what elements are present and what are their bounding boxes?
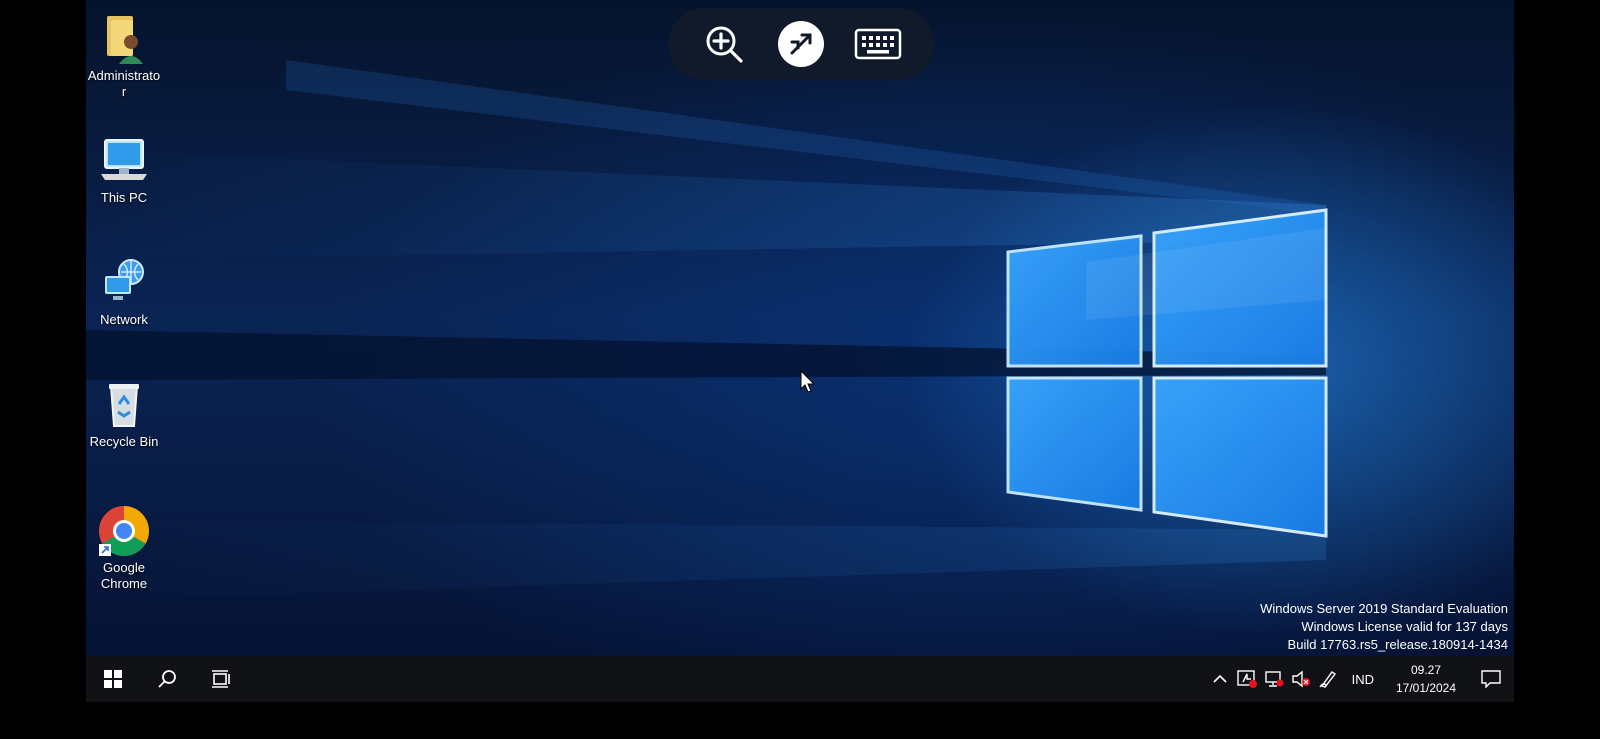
desktop-icon-label: Recycle Bin: [89, 434, 159, 449]
remote-desktop-toolbar: [668, 8, 934, 80]
system-tray: IND 09.27 17/01/2024: [1207, 656, 1514, 702]
volume-muted-icon: [1292, 670, 1311, 688]
desktop-icon-label: Google Chrome: [100, 560, 148, 591]
chevron-up-icon: [1213, 674, 1227, 683]
network-disconnected-icon: [1265, 671, 1284, 687]
windows-wallpaper: [86, 60, 1328, 600]
clock-date: 17/01/2024: [1395, 681, 1457, 695]
clock-time: 09.27: [1410, 663, 1442, 677]
taskbar-clock[interactable]: 09.27 17/01/2024: [1384, 661, 1468, 697]
flash-icon: [1237, 670, 1258, 688]
watermark-build: Build 17763.rs5_release.180914-1434: [1287, 637, 1508, 652]
watermark-license: Windows License valid for 137 days: [1301, 619, 1508, 634]
taskbar: IND 09.27 17/01/2024: [86, 656, 1514, 702]
network-globe-icon: [105, 259, 144, 300]
computer-icon: [101, 139, 147, 180]
desktop-icon-label: Network: [100, 312, 148, 327]
desktop-icon-google-chrome[interactable]: Google Chrome: [86, 504, 166, 592]
task-view-button[interactable]: [194, 656, 248, 702]
notification-icon: [1481, 670, 1501, 688]
search-button[interactable]: [140, 656, 194, 702]
task-view-icon: [212, 670, 230, 688]
zoom-in-icon: [706, 26, 743, 63]
user-folder-icon: [107, 16, 143, 64]
desktop-icon-recycle-bin[interactable]: Recycle Bin: [86, 378, 166, 450]
remote-desktop-screen: Administrato r This PC Network Recycle B…: [86, 0, 1514, 702]
pen-icon: [1319, 671, 1337, 688]
keyboard-button[interactable]: [853, 19, 903, 69]
tray-pen-button[interactable]: [1315, 656, 1342, 702]
remote-desktop-button[interactable]: [776, 19, 826, 69]
show-hidden-icons-button[interactable]: [1207, 656, 1234, 702]
input-language-indicator[interactable]: IND: [1342, 672, 1384, 687]
tray-flash-button[interactable]: [1234, 656, 1261, 702]
watermark-edition: Windows Server 2019 Standard Evaluation: [1260, 601, 1508, 616]
tray-volume-button[interactable]: [1288, 656, 1315, 702]
recycle-bin-icon: [109, 384, 139, 427]
chrome-icon: [99, 506, 149, 556]
action-center-button[interactable]: [1468, 656, 1514, 702]
zoom-in-button[interactable]: [699, 19, 749, 69]
windows-evaluation-watermark: Windows Server 2019 Standard Evaluation …: [1260, 600, 1508, 654]
desktop-icon-label: This PC: [100, 190, 148, 205]
desktop-icon-administrator[interactable]: Administrato r: [86, 12, 166, 100]
start-button[interactable]: [86, 656, 140, 702]
remote-desktop-icon: [777, 21, 824, 67]
search-icon: [158, 670, 176, 688]
keyboard-icon: [854, 28, 901, 60]
tray-network-button[interactable]: [1261, 656, 1288, 702]
windows-start-icon: [104, 670, 122, 688]
desktop-icon-label: Administrato r: [87, 68, 161, 99]
desktop-icon-network[interactable]: Network: [86, 256, 166, 328]
mouse-pointer-icon: [800, 370, 816, 393]
desktop-icon-this-pc[interactable]: This PC: [86, 134, 166, 206]
